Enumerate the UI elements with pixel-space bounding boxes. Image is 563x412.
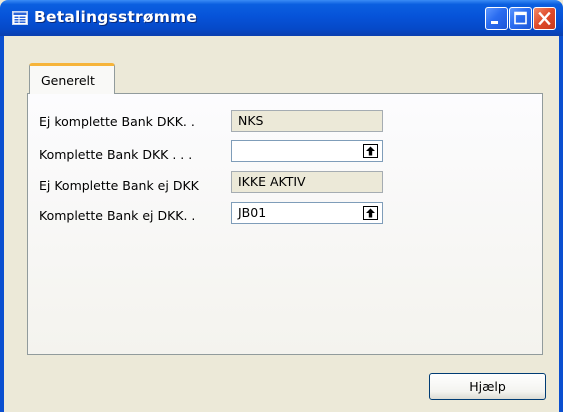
window-frame-right: [559, 36, 563, 412]
field-label-komplette-bank-dkk: Komplette Bank DKK . . .: [39, 147, 193, 162]
lookup-arrow-icon: [366, 146, 375, 156]
form-icon: [12, 11, 28, 25]
title-bar[interactable]: Betalingsstrømme: [0, 0, 563, 36]
field-label-ej-komplette-bank-dkk: Ej komplette Bank DKK. .: [39, 114, 195, 129]
lookup-button[interactable]: [363, 144, 378, 158]
maximize-icon: [514, 11, 527, 25]
lookup-button[interactable]: [363, 206, 378, 220]
tab-label: Generelt: [41, 73, 95, 88]
maximize-button[interactable]: [509, 7, 532, 30]
minimize-button[interactable]: [485, 7, 508, 30]
close-button[interactable]: [533, 7, 556, 30]
field-label-ej-komplette-bank-ej-dkk: Ej Komplette Bank ej DKK: [39, 178, 199, 193]
tab-generelt[interactable]: Generelt: [29, 63, 115, 94]
minimize-icon: [491, 21, 498, 24]
field-value: IKKE AKTIV: [238, 174, 306, 189]
ej-komplette-bank-dkk-field: NKS: [231, 110, 383, 132]
komplette-bank-ej-dkk-field[interactable]: JB01: [231, 202, 383, 224]
dialog-window: Betalingsstrømme Generelt Ej komplette B…: [0, 0, 563, 412]
help-button[interactable]: Hjælp: [429, 373, 546, 400]
ej-komplette-bank-ej-dkk-field: IKKE AKTIV: [231, 171, 383, 193]
tab-panel: [27, 93, 543, 355]
field-value: NKS: [238, 113, 264, 128]
field-value: JB01: [238, 205, 267, 220]
lookup-arrow-icon: [366, 208, 375, 218]
window-frame-left: [0, 36, 4, 412]
field-label-komplette-bank-ej-dkk: Komplette Bank ej DKK. .: [39, 208, 196, 223]
close-icon: [538, 11, 551, 26]
komplette-bank-dkk-field[interactable]: [231, 140, 383, 162]
window-title: Betalingsstrømme: [34, 8, 198, 26]
